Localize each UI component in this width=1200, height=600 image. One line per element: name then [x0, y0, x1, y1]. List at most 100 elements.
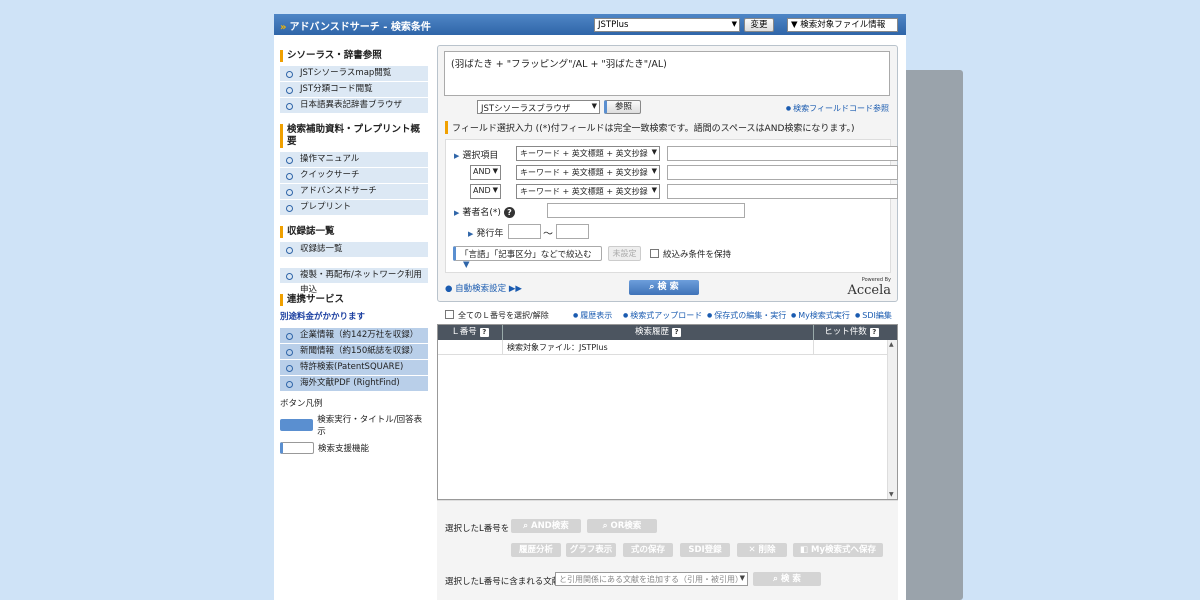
selected-label: 選択したL番号を: [445, 524, 510, 534]
history-link[interactable]: 保存式の編集・実行: [707, 310, 786, 321]
sidebar-item[interactable]: 収録誌一覧: [280, 242, 428, 257]
chevron-down-icon: ▼: [591, 102, 597, 110]
auto-search-link[interactable]: ● 自動検索設定 ▶▶: [445, 282, 522, 294]
history-link[interactable]: My検索式実行: [791, 310, 850, 321]
author-row: ▶ 著者名(*)?: [446, 203, 892, 218]
sidebar-item[interactable]: 企業情報（約142万社を収録）: [280, 328, 428, 343]
author-label: ▶ 著者名(*)?: [454, 205, 515, 218]
save-icon: ◧: [800, 545, 811, 555]
narrow-button[interactable]: 「言語」「記事区分」などで絞込む▼: [453, 246, 602, 270]
action-area: 選択したL番号を ⌕ AND検索 ⌕ OR検索 履歴分析 グラフ表示 式の保存 …: [437, 500, 898, 600]
sidebar-item[interactable]: JST分類コード閲覧: [280, 82, 428, 97]
help-icon[interactable]: ?: [479, 328, 489, 337]
operator-select[interactable]: AND ▼: [470, 165, 501, 180]
delete-button[interactable]: ✕ 削除: [737, 543, 787, 557]
author-input[interactable]: [547, 203, 745, 218]
background-panel: [896, 70, 963, 600]
fee-note: 別途料金がかかります: [280, 312, 366, 322]
sidebar-item[interactable]: クイックサーチ: [280, 168, 428, 183]
history-analysis-button[interactable]: 履歴分析: [511, 543, 561, 557]
citation-select[interactable]: と引用関係にある文献を追加する（引用・被引用） ▼: [555, 572, 748, 586]
field-section-title: フィールド選択入力 ((*)付フィールドは完全一致検索です。語間のスペースはAN…: [445, 121, 855, 134]
field-code-reference-link[interactable]: 検索フィールドコード参照: [786, 103, 889, 114]
column-history: 検索履歴?: [503, 325, 814, 340]
support-swatch: [280, 442, 314, 454]
table-header: Ｌ番号? 検索履歴? ヒット件数?: [438, 325, 897, 340]
year-from-input[interactable]: [508, 224, 541, 239]
thesaurus-select[interactable]: JSTシソーラスブラウザ ▼: [477, 100, 600, 114]
triangle-down-icon: ▼: [463, 260, 470, 270]
field-input[interactable]: [667, 184, 898, 199]
powered-by-logo: Powered By Accela: [847, 277, 891, 298]
field-row: AND ▼ キーワード + 英文標題 + 英文抄録 ▼: [446, 184, 898, 199]
sidebar-item[interactable]: JSTシソーラスmap閲覧: [280, 66, 428, 81]
contained-label: 選択したL番号に含まれる文献: [445, 577, 561, 587]
column-hits: ヒット件数?: [814, 325, 889, 340]
query-textarea[interactable]: (羽ばたき + "フラッピング"/AL + "羽ばたき"/AL): [444, 51, 890, 96]
cell-query: 検索対象ファイル：JSTPlus: [503, 340, 814, 354]
sidebar: シソーラス・辞書参照 JSTシソーラスmap閲覧 JST分類コード閲覧 日本語異…: [280, 50, 428, 459]
sidebar-item[interactable]: 海外文献PDF (RightFind): [280, 376, 428, 391]
help-icon[interactable]: ?: [869, 328, 879, 337]
search-icon: ⌕: [523, 521, 531, 531]
scroll-down-icon[interactable]: ▼: [889, 491, 894, 498]
search-icon: ⌕: [649, 282, 658, 292]
file-info-button[interactable]: ▼ 検索対象ファイル情報: [787, 18, 898, 32]
change-button[interactable]: 変更: [744, 18, 774, 32]
cell-hits: [814, 340, 889, 354]
triangle-right-icon: ▶: [468, 230, 474, 238]
table-row[interactable]: 検索対象ファイル：JSTPlus: [438, 340, 897, 355]
sidebar-item[interactable]: 日本語異表記辞書ブラウザ: [280, 98, 428, 113]
history-link[interactable]: 履歴表示: [573, 310, 612, 321]
year-label: ▶ 発行年: [468, 229, 504, 239]
field-input[interactable]: [667, 146, 898, 161]
history-link[interactable]: SDI編集: [855, 310, 892, 321]
my-query-save-button[interactable]: ◧ My検索式へ保存: [793, 543, 883, 557]
year-to-input[interactable]: [556, 224, 589, 239]
sidebar-section-title: シソーラス・辞書参照: [280, 50, 428, 62]
graph-button[interactable]: グラフ表示: [566, 543, 616, 557]
sidebar-section-title: 収録誌一覧: [280, 226, 428, 238]
keep-conditions-checkbox[interactable]: 絞込み条件を保持: [650, 248, 731, 260]
help-icon[interactable]: ?: [672, 328, 681, 337]
search-button[interactable]: ⌕ 検 索: [629, 280, 699, 295]
checkbox-icon[interactable]: [650, 249, 659, 258]
scrollbar[interactable]: ▲ ▼: [887, 340, 897, 499]
sidebar-item[interactable]: 操作マニュアル: [280, 152, 428, 167]
sidebar-item[interactable]: 特許検索(PatentSQUARE): [280, 360, 428, 375]
related-search-button[interactable]: ⌕ 検 索: [753, 572, 821, 586]
select-all-checkbox[interactable]: 全てのＬ番号を選択/解除: [445, 310, 549, 321]
year-row: ▶ 発行年 〜: [446, 224, 892, 240]
chevron-down-icon: ▼: [651, 148, 657, 156]
triangle-right-icon: ▶: [454, 152, 460, 160]
sidebar-item[interactable]: 複製・再配布/ネットワーク利用申込: [280, 268, 428, 295]
chevron-down-icon: ▼: [731, 20, 737, 28]
page-title: » アドバンスドサーチ - 検索条件: [280, 22, 431, 33]
sidebar-item[interactable]: 新聞情報（約150紙誌を収録）: [280, 344, 428, 359]
double-chevron-icon: ▶▶: [506, 284, 522, 294]
field-select[interactable]: キーワード + 英文標題 + 英文抄録 ▼: [516, 146, 660, 161]
save-query-button[interactable]: 式の保存: [623, 543, 673, 557]
field-select[interactable]: キーワード + 英文標題 + 英文抄録 ▼: [516, 184, 660, 199]
field-select[interactable]: キーワード + 英文標題 + 英文抄録 ▼: [516, 165, 660, 180]
chevron-down-icon: ▼: [492, 167, 498, 175]
and-search-button[interactable]: ⌕ AND検索: [511, 519, 581, 533]
title-bar: » アドバンスドサーチ - 検索条件 JSTPlus ▼ 変更 ▼ 検索対象ファイル…: [274, 14, 906, 35]
history-section: 全てのＬ番号を選択/解除 履歴表示 検索式アップロード 保存式の編集・実行 My…: [437, 310, 898, 500]
sidebar-item[interactable]: プレプリント: [280, 200, 428, 215]
reference-button[interactable]: 参照: [604, 100, 641, 114]
operator-select[interactable]: AND ▼: [470, 184, 501, 199]
checkbox-icon[interactable]: [445, 310, 454, 319]
history-table: Ｌ番号? 検索履歴? ヒット件数? 検索対象ファイル：JSTPlus ▲ ▼: [437, 324, 898, 500]
cell-l-number: [438, 340, 503, 354]
sidebar-item[interactable]: アドバンスドサーチ: [280, 184, 428, 199]
help-icon[interactable]: ?: [503, 207, 515, 218]
history-link[interactable]: 検索式アップロード: [623, 310, 702, 321]
primary-swatch: [280, 419, 314, 431]
scroll-up-icon[interactable]: ▲: [889, 341, 894, 348]
database-select[interactable]: JSTPlus ▼: [594, 18, 740, 32]
sdi-register-button[interactable]: SDI登録: [680, 543, 730, 557]
or-search-button[interactable]: ⌕ OR検索: [587, 519, 657, 533]
triangle-right-icon: ▶: [454, 209, 460, 217]
field-input[interactable]: [667, 165, 898, 180]
